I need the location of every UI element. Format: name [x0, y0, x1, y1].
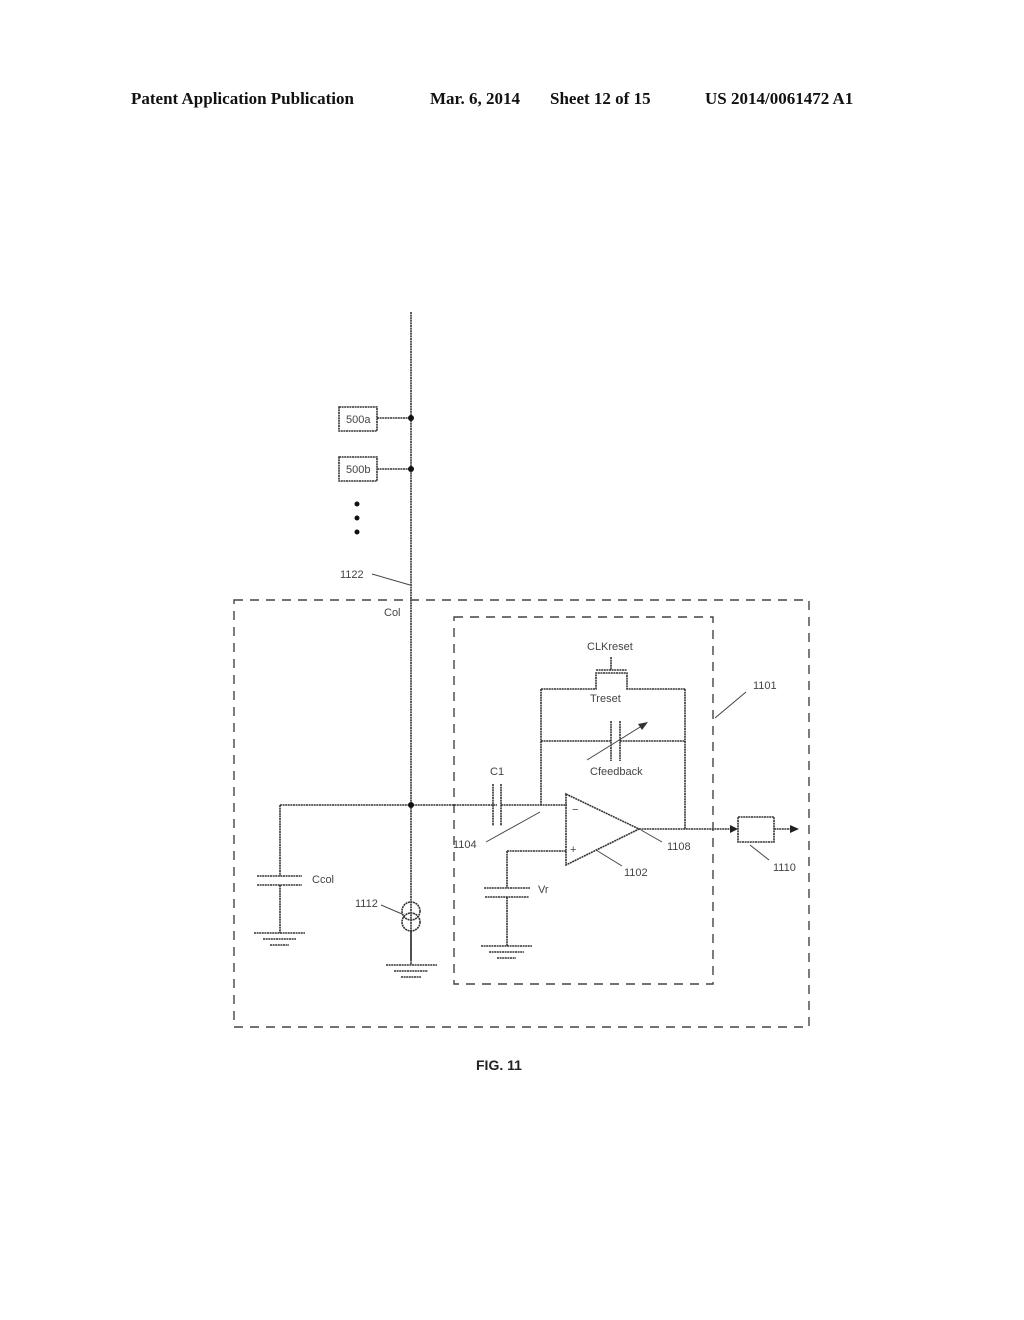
junction-dot — [408, 466, 414, 472]
ref-1104-label: 1104 — [453, 839, 477, 851]
variable-arrow-icon — [586, 723, 646, 761]
ref-1108-label: 1108 — [667, 841, 691, 853]
col-label: Col — [384, 607, 401, 619]
ref-1122-leader — [371, 573, 411, 586]
ref-1108-leader — [640, 829, 663, 843]
junction-dot — [408, 802, 414, 808]
ccol-label: Ccol — [312, 874, 334, 886]
treset-transistor — [541, 672, 685, 690]
output-arrowhead-icon — [730, 825, 738, 833]
ref-1104-leader — [485, 811, 541, 843]
pixel-500b-label: 500b — [346, 464, 370, 476]
ref-1112-label: 1112 — [355, 898, 378, 910]
figure-caption: FIG. 11 — [476, 1057, 522, 1073]
cfeedback-label: Cfeedback — [590, 766, 643, 778]
buffer-output-arrowhead-icon — [790, 825, 799, 833]
opamp-minus-sign: − — [572, 804, 578, 816]
junction-dot — [408, 415, 414, 421]
ref-1112-leader — [380, 904, 403, 915]
ref-1110-leader — [749, 844, 770, 861]
ellipsis-dot — [354, 515, 360, 521]
treset-label: Treset — [590, 693, 621, 705]
variable-arrowhead-icon — [638, 722, 648, 730]
ref-1101-label: 1101 — [753, 680, 777, 692]
circuit-diagram: 500a 500b 1122 Col 1101 Ccol 1112 C1 110… — [233, 312, 810, 1073]
column-circuit-boundary — [233, 599, 810, 1028]
ref-1101-leader — [714, 691, 747, 719]
buffer-1110-box — [737, 816, 775, 843]
ref-1110-label: 1110 — [773, 862, 796, 874]
ref-1122-label: 1122 — [340, 569, 364, 581]
ellipsis-dot — [354, 529, 360, 535]
ellipsis-dot — [354, 501, 360, 507]
ref-1102-leader — [595, 849, 623, 867]
pixel-500a-label: 500a — [346, 414, 371, 426]
vr-label: Vr — [538, 884, 549, 896]
opamp-plus-sign: + — [570, 844, 576, 856]
ref-1102-label: 1102 — [624, 867, 648, 879]
clkreset-label: CLKreset — [587, 641, 633, 653]
c1-label: C1 — [490, 766, 504, 778]
